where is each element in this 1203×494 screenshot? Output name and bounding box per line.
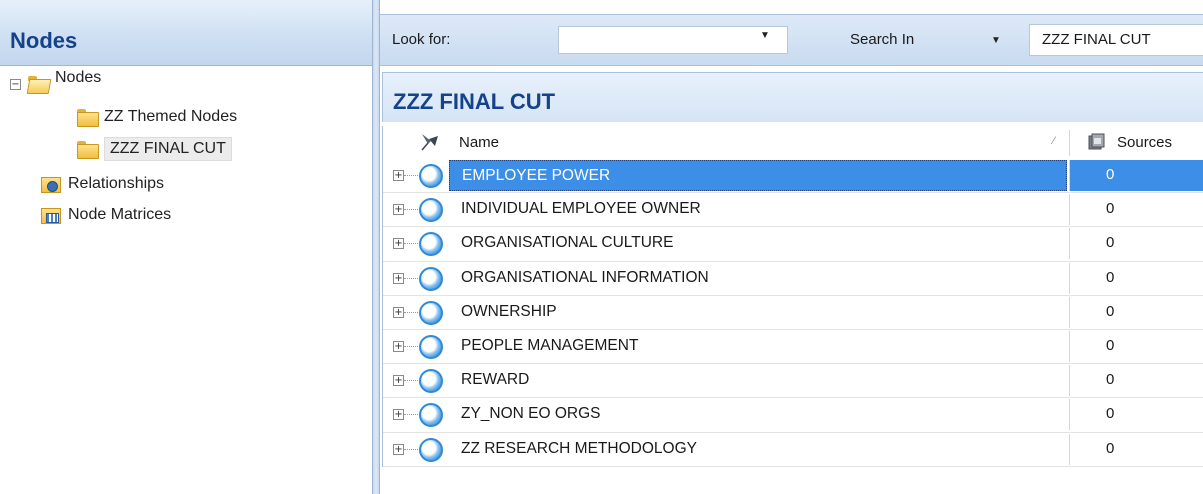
expand-icon[interactable]: + [393, 443, 404, 455]
table-row[interactable]: + OWNERSHIP 0 [383, 296, 1203, 330]
look-for-dropdown-icon[interactable]: ▼ [760, 30, 770, 41]
search-in-dropdown-icon[interactable]: ▼ [991, 35, 1001, 46]
table-row[interactable]: + EMPLOYEE POWER 0 [383, 159, 1203, 194]
node-icon [419, 369, 443, 394]
navigation-title: Nodes [10, 28, 78, 53]
table-row[interactable]: + ZY_NON EO ORGS 0 [383, 398, 1203, 433]
tree-item-label: Relationships [68, 175, 165, 192]
row-sources: 0 [1069, 296, 1203, 328]
row-sources: 0 [1069, 228, 1203, 260]
tree-item-node-matrices[interactable]: Node Matrices [40, 200, 171, 230]
sort-indicator-icon: ⁄ [1053, 135, 1055, 147]
node-icon [419, 232, 443, 257]
expand-icon[interactable]: + [393, 204, 404, 216]
row-name: INDIVIDUAL EMPLOYEE OWNER [461, 200, 701, 218]
search-in-button[interactable]: Search In [850, 31, 914, 48]
row-sources: 0 [1069, 194, 1203, 226]
table-row[interactable]: + REWARD 0 [383, 364, 1203, 399]
tree-connector [404, 380, 418, 382]
look-for-label: Look for: [392, 31, 451, 48]
expand-icon[interactable]: + [393, 272, 404, 284]
tree-connector [404, 311, 418, 313]
node-icon [419, 198, 443, 223]
row-sources: 0 [1069, 262, 1203, 294]
list-view-header: ZZZ FINAL CUT [382, 72, 1203, 122]
table-row[interactable]: + INDIVIDUAL EMPLOYEE OWNER 0 [383, 193, 1203, 228]
row-sources: 0 [1069, 399, 1203, 431]
node-icon [419, 334, 443, 359]
expand-icon[interactable]: + [393, 409, 404, 421]
table-row[interactable]: + ZZ RESEARCH METHODOLOGY 0 [383, 433, 1203, 467]
tree-item-label: ZZZ FINAL CUT [104, 137, 232, 161]
column-divider[interactable] [1069, 130, 1070, 156]
expand-icon[interactable]: + [393, 375, 404, 387]
column-header-sources[interactable]: Sources [1117, 134, 1172, 151]
sources-icon [1088, 133, 1105, 150]
row-name: PEOPLE MANAGEMENT [461, 336, 639, 354]
row-name: ZZ RESEARCH METHODOLOGY [461, 439, 697, 457]
look-for-input[interactable] [558, 26, 788, 54]
expand-icon[interactable]: + [393, 238, 404, 250]
column-header-name[interactable]: Name [459, 134, 499, 151]
row-sources: 0 [1069, 330, 1203, 362]
folder-icon [76, 108, 99, 127]
tree-connector [404, 243, 418, 245]
table-row[interactable]: + ORGANISATIONAL INFORMATION 0 [383, 262, 1203, 296]
tree-connector [404, 448, 418, 450]
tree-item-label: Node Matrices [68, 206, 172, 223]
search-in-field[interactable]: ZZZ FINAL CUT [1029, 24, 1203, 56]
row-name: OWNERSHIP [461, 302, 557, 320]
navigation-pane: Nodes − Nodes ZZ Themed Nodes ZZZ FINAL … [0, 0, 372, 494]
pane-splitter[interactable] [372, 0, 380, 494]
node-icon [419, 403, 443, 428]
tree-item-zz-themed-nodes[interactable]: ZZ Themed Nodes [76, 102, 237, 132]
table-row[interactable]: + ORGANISATIONAL CULTURE 0 [383, 227, 1203, 262]
node-list: + EMPLOYEE POWER 0 + INDIVIDUAL EMPLOYEE… [382, 159, 1203, 467]
tree-connector [404, 345, 418, 347]
expand-icon[interactable]: + [393, 340, 404, 352]
row-name: EMPLOYEE POWER [449, 160, 1067, 191]
detail-pane: Look for: ▼ Search In ▼ ZZZ FINAL CUT ZZ… [380, 0, 1203, 494]
node-icon [419, 164, 443, 188]
row-sources: 0 [1069, 433, 1203, 465]
row-name: REWARD [461, 371, 530, 389]
find-bar: Look for: ▼ Search In ▼ ZZZ FINAL CUT [380, 14, 1203, 66]
tree-item-zzz-final-cut[interactable]: ZZZ FINAL CUT [76, 134, 232, 164]
collapse-icon[interactable]: − [10, 78, 21, 90]
pin-icon[interactable] [419, 132, 441, 152]
node-icon [419, 266, 443, 291]
list-view-title: ZZZ FINAL CUT [393, 89, 556, 114]
tree-connector [404, 209, 418, 211]
tree-connector [404, 175, 418, 176]
node-matrices-folder-icon [40, 205, 62, 225]
tree-item-label: ZZ Themed Nodes [104, 108, 238, 125]
row-name: ORGANISATIONAL CULTURE [461, 234, 674, 252]
row-sources: 0 [1069, 365, 1203, 397]
expand-icon[interactable]: + [393, 170, 404, 181]
expand-icon[interactable]: + [393, 306, 404, 318]
node-icon [419, 300, 443, 325]
table-row[interactable]: + PEOPLE MANAGEMENT 0 [383, 330, 1203, 365]
tree-connector [404, 277, 418, 279]
folder-icon [76, 140, 99, 159]
column-header-row: Name ⁄ Sources [382, 126, 1203, 159]
row-name: ORGANISATIONAL INFORMATION [461, 268, 709, 286]
open-folder-icon [27, 75, 49, 93]
row-name: ZY_NON EO ORGS [461, 405, 601, 423]
tree-item-nodes[interactable]: − Nodes [10, 69, 101, 99]
tree-item-label: Nodes [55, 69, 102, 86]
row-sources: 0 [1069, 160, 1203, 191]
node-icon [419, 437, 443, 462]
relationships-folder-icon [40, 174, 62, 194]
navigation-header: Nodes [0, 0, 372, 66]
tree-item-relationships[interactable]: Relationships [40, 169, 164, 199]
tree-connector [404, 414, 418, 416]
